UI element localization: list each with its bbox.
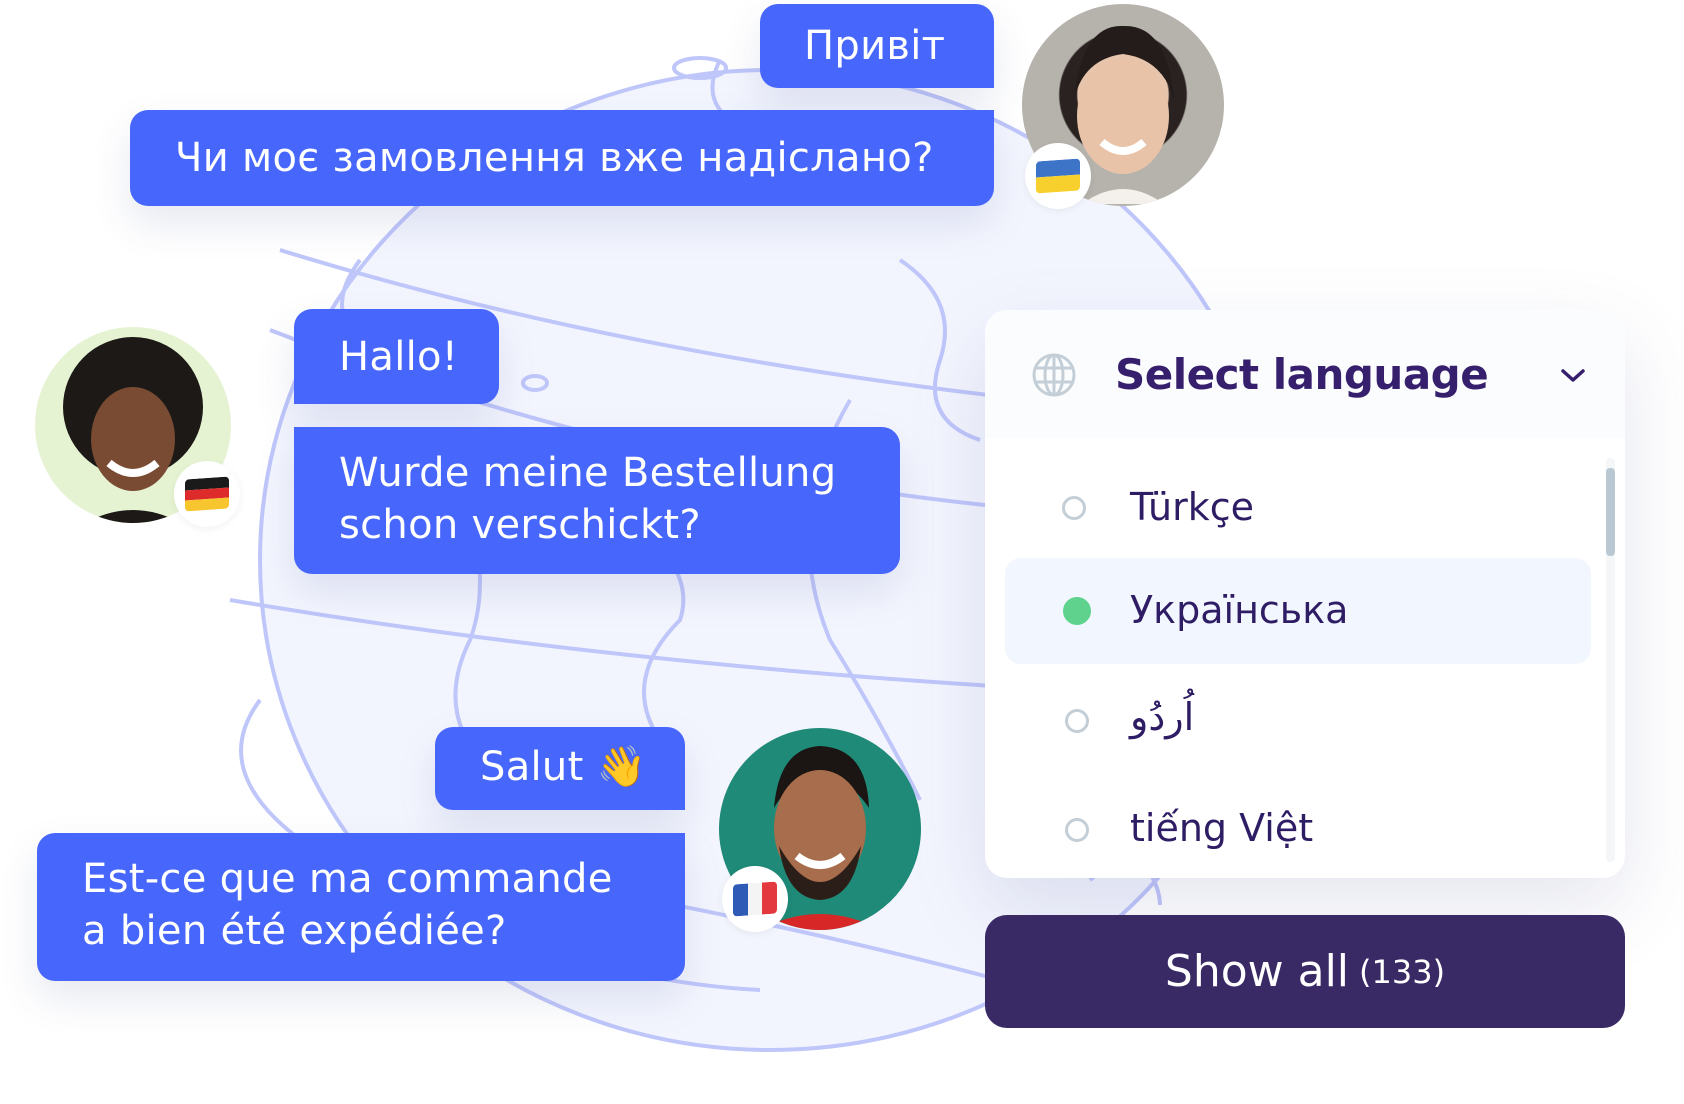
language-count: (133)	[1359, 952, 1446, 991]
language-option-ukrainian[interactable]: Українська	[1005, 558, 1591, 664]
message-bubble-question-german: Wurde meine Bestellung schon verschickt?	[294, 427, 900, 574]
language-option-label: اُردُو	[1130, 695, 1195, 739]
scrollbar-track[interactable]	[1606, 458, 1615, 862]
radio-unselected[interactable]	[1065, 818, 1089, 842]
message-bubble-question-french: Est-ce que ma commande a bien été expédi…	[37, 833, 685, 981]
flag-badge-germany	[174, 461, 240, 527]
language-selector-header[interactable]: Select language	[985, 310, 1625, 438]
ukraine-flag-icon	[1036, 158, 1080, 194]
message-text: Привіт	[804, 23, 946, 69]
flag-badge-ukraine	[1025, 143, 1091, 209]
language-option-label: tiếng Việt	[1130, 806, 1314, 850]
language-selector-panel: Select language Türkçe Українська اُردُو…	[985, 310, 1625, 878]
message-text: Hallo!	[339, 334, 459, 380]
message-bubble-question-ukrainian: Чи моє замовлення вже надіслано?	[130, 110, 994, 206]
language-option-label: Türkçe	[1130, 485, 1254, 529]
germany-flag-icon	[185, 476, 229, 512]
message-text: Чи моє замовлення вже надіслано?	[175, 135, 934, 181]
flag-badge-france	[722, 866, 788, 932]
france-flag-icon	[733, 881, 777, 917]
message-text-line-1: Est-ce que ma commande	[82, 856, 613, 902]
message-bubble-greeting-french: Salut 👋	[435, 727, 685, 810]
language-option-vietnamese[interactable]: tiếng Việt	[1005, 778, 1591, 878]
message-bubble-greeting-ukrainian: Привіт	[760, 4, 994, 88]
language-option-urdu[interactable]: اُردُو	[1005, 667, 1591, 773]
language-selector-title: Select language	[1115, 350, 1489, 399]
language-option-label: Українська	[1130, 588, 1349, 632]
radio-unselected[interactable]	[1065, 709, 1089, 733]
message-bubble-greeting-german: Hallo!	[294, 309, 499, 404]
scrollbar-thumb[interactable]	[1606, 468, 1615, 556]
show-all-label: Show all	[1164, 946, 1350, 997]
message-text-line-2: a bien été expédiée?	[82, 908, 507, 954]
message-text: Salut 👋	[480, 744, 647, 790]
show-all-languages-button[interactable]: Show all (133)	[985, 915, 1625, 1028]
message-text-line-2: schon verschickt?	[339, 502, 701, 548]
radio-unselected[interactable]	[1062, 496, 1086, 520]
message-text-line-1: Wurde meine Bestellung	[339, 450, 837, 496]
radio-selected[interactable]	[1063, 597, 1091, 625]
globe-icon	[1032, 353, 1076, 397]
language-option-turkish[interactable]: Türkçe	[1005, 455, 1591, 561]
chevron-down-icon[interactable]	[1560, 367, 1586, 385]
